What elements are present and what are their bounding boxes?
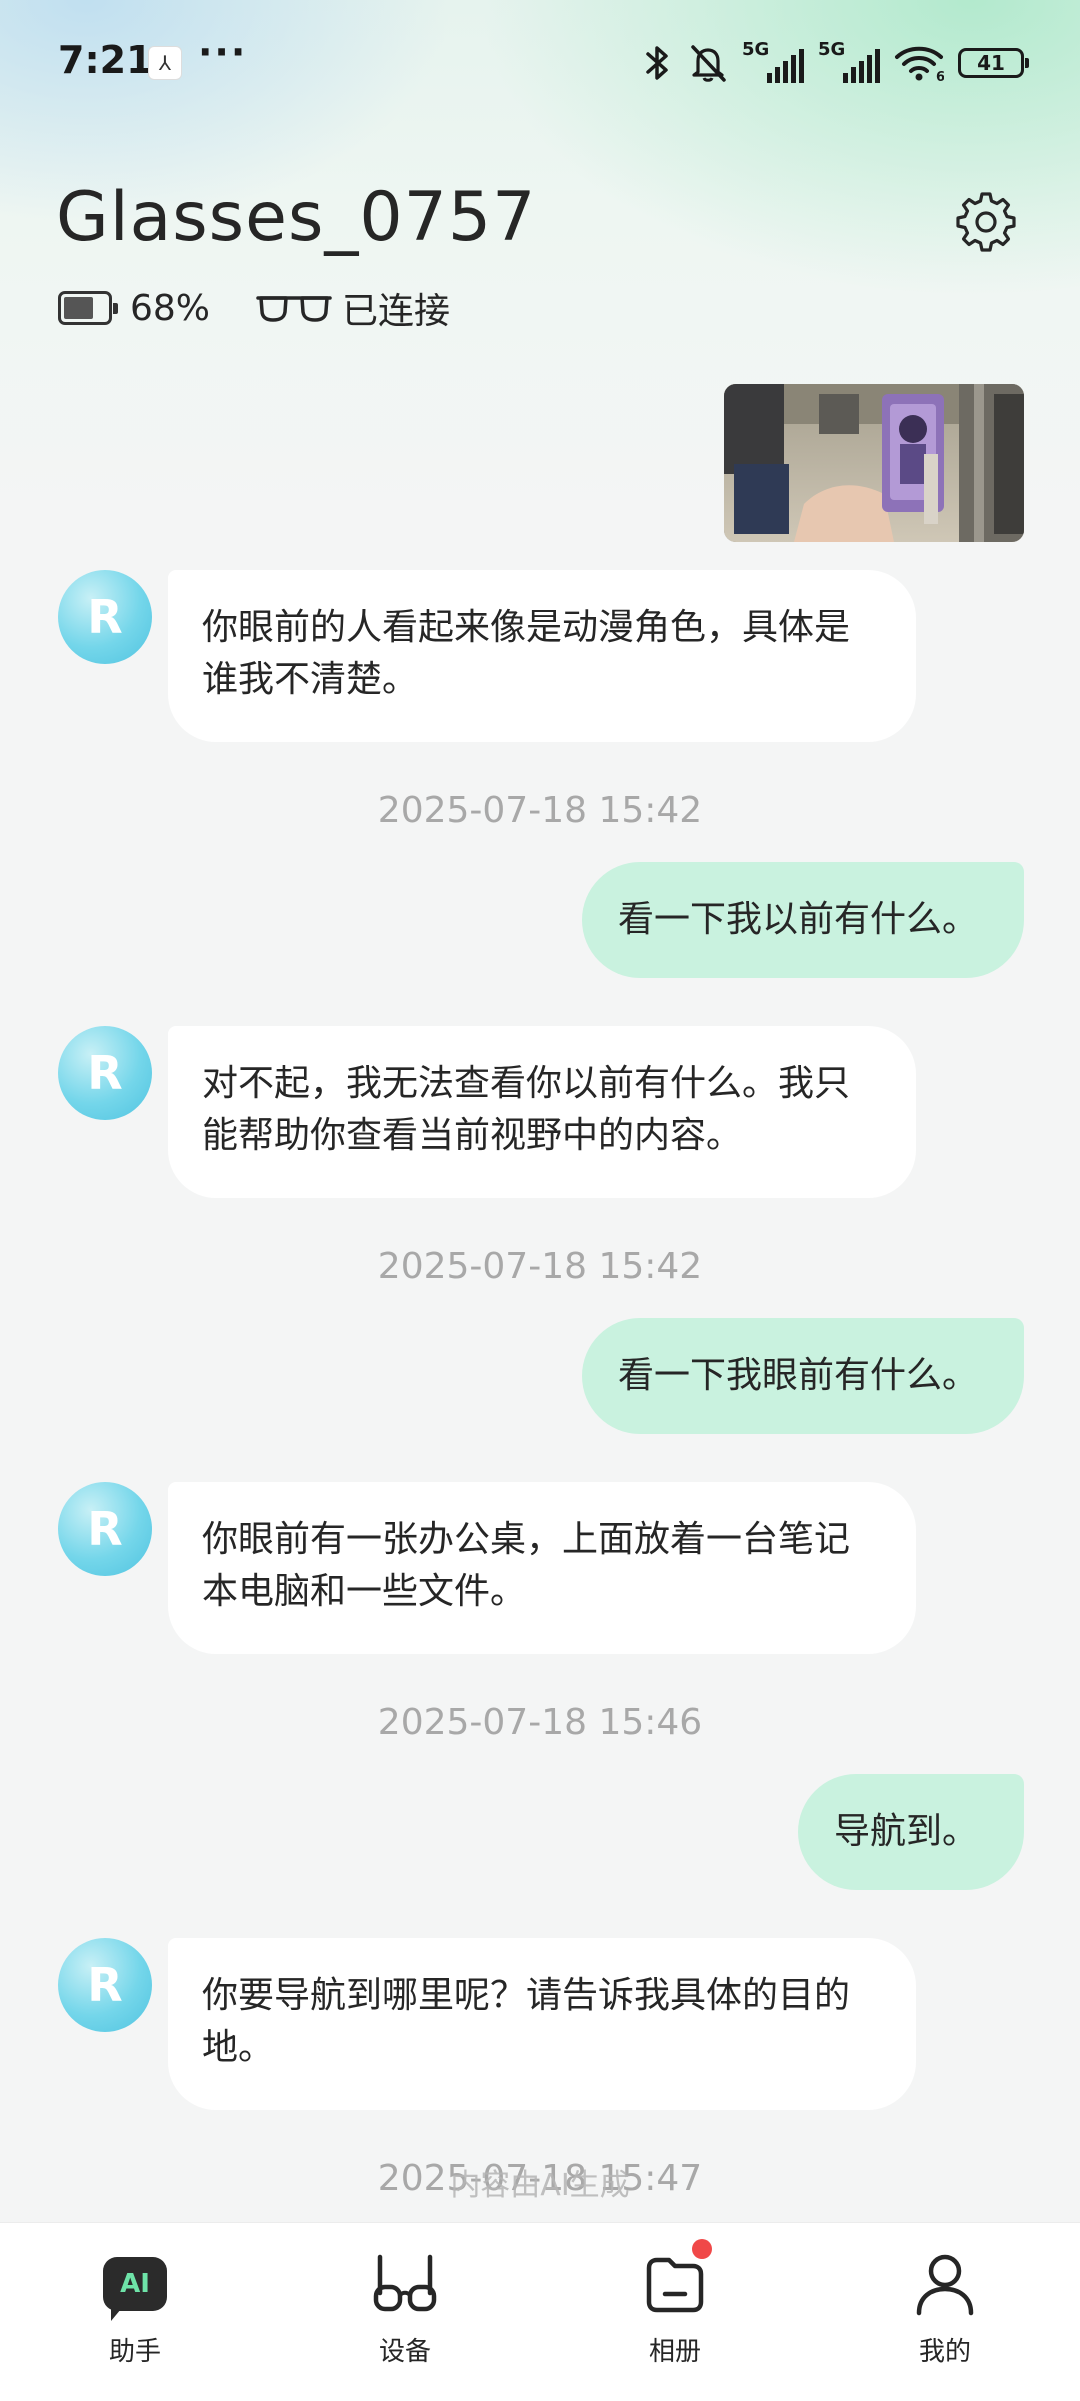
- user-message-bubble[interactable]: 看一下我以前有什么。: [581, 862, 1024, 978]
- bottom-navigation: AI 助手 设备 相册 我的: [0, 2222, 1080, 2401]
- album-folder-icon: [640, 2239, 712, 2319]
- nav-item-device[interactable]: 设备: [270, 2223, 540, 2401]
- glasses-battery-icon: [58, 291, 118, 325]
- more-notifications-icon: ···: [198, 30, 248, 74]
- mute-bell-icon: [691, 45, 726, 82]
- profile-person-icon: [910, 2249, 980, 2319]
- notification-app-icon: ⅄: [148, 46, 182, 80]
- glasses-icon: [256, 296, 332, 322]
- assistant-avatar: R: [58, 570, 152, 664]
- assistant-avatar: R: [58, 1938, 152, 2032]
- device-status-row: 68% 已连接: [58, 280, 450, 336]
- nav-label-profile: 我的: [918, 2337, 971, 2367]
- ai-assistant-icon: AI: [100, 2249, 170, 2321]
- nav-item-album[interactable]: 相册: [540, 2223, 810, 2401]
- sim1-signal-icon: 5G: [742, 39, 804, 85]
- status-icons: 5G 5G 6 41: [642, 39, 1029, 86]
- nav-item-assistant[interactable]: AI 助手: [0, 2223, 270, 2401]
- connection-status-text: 已连接: [342, 291, 451, 332]
- bluetooth-icon: [646, 46, 668, 80]
- sim2-signal-icon: 5G: [818, 39, 880, 85]
- nav-item-profile[interactable]: 我的: [810, 2223, 1080, 2401]
- photo-image: [724, 384, 1024, 542]
- ai-message-bubble[interactable]: 你眼前有一张办公桌，上面放着一台笔记本电脑和一些文件。: [168, 1482, 916, 1654]
- nav-label-album: 相册: [648, 2337, 701, 2367]
- ai-generated-note: 内容由AI生成: [450, 2168, 630, 2203]
- ai-message-bubble[interactable]: 你要导航到哪里呢？请告诉我具体的目的地。: [168, 1938, 916, 2110]
- ai-message-bubble[interactable]: 对不起，我无法查看你以前有什么。我只能帮助你查看当前视野中的内容。: [168, 1026, 916, 1198]
- connection-status: 已连接: [256, 282, 450, 334]
- phone-battery-icon: 41: [958, 48, 1029, 78]
- captured-photo-thumbnail[interactable]: [724, 384, 1024, 542]
- wifi-icon: 6: [895, 46, 944, 83]
- new-item-badge: [692, 2239, 712, 2259]
- nav-label-device: 设备: [378, 2337, 431, 2367]
- device-name-title: Glasses_0757: [56, 178, 537, 257]
- message-timestamp: 2025-07-18 15:42: [377, 1246, 703, 1287]
- message-timestamp: 2025-07-18 15:46: [377, 1702, 703, 1743]
- status-bar: 7:21 ⅄ ··· 5G 5G 6 41: [0, 0, 1080, 130]
- status-time: 7:21: [58, 38, 153, 82]
- ai-message-bubble[interactable]: 你眼前的人看起来像是动漫角色，具体是谁我不清楚。: [168, 570, 916, 742]
- assistant-avatar: R: [58, 1482, 152, 1576]
- glasses-battery-percent: 68%: [130, 287, 211, 329]
- user-message-bubble[interactable]: 看一下我眼前有什么。: [581, 1318, 1024, 1434]
- wifi-band-label: 6: [936, 70, 944, 83]
- user-message-bubble[interactable]: 导航到。: [797, 1774, 1024, 1890]
- assistant-avatar: R: [58, 1026, 152, 1120]
- gear-icon: [956, 192, 1016, 252]
- nav-label-assistant: 助手: [108, 2337, 161, 2367]
- settings-button[interactable]: [950, 186, 1022, 258]
- message-timestamp: 2025-07-18 15:42: [377, 790, 703, 831]
- glasses-device-icon: [370, 2249, 440, 2319]
